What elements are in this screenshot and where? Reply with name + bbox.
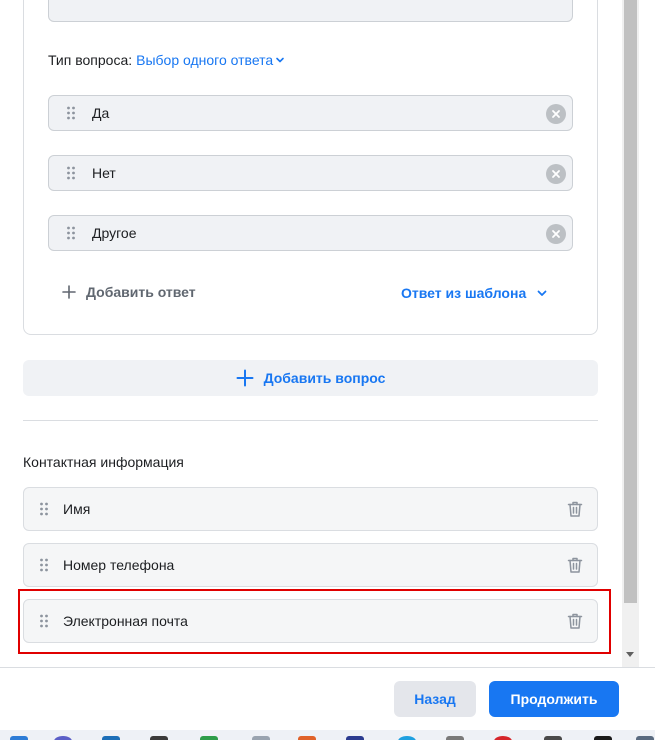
contact-field-phone[interactable]: Номер телефона	[23, 543, 598, 587]
taskbar-app-icon[interactable]	[594, 736, 612, 740]
contact-section-title: Контактная информация	[23, 454, 184, 470]
taskbar	[0, 730, 655, 740]
trash-icon[interactable]	[566, 556, 584, 574]
taskbar-app-icon[interactable]	[544, 736, 562, 740]
contact-field-label: Номер телефона	[63, 557, 175, 573]
chevron-down-icon	[537, 290, 547, 296]
contact-field-email[interactable]: Электронная почта	[23, 599, 598, 643]
drag-handle-icon[interactable]	[66, 166, 76, 180]
plus-icon	[62, 285, 76, 299]
clear-icon[interactable]	[546, 224, 566, 244]
answer-text: Да	[92, 105, 110, 121]
taskbar-app-icon[interactable]	[150, 736, 168, 740]
taskbar-app-icon[interactable]	[252, 736, 270, 740]
contact-field-name[interactable]: Имя	[23, 487, 598, 531]
taskbar-app-icon[interactable]	[298, 736, 316, 740]
plus-icon	[236, 369, 254, 387]
question-type-dropdown[interactable]: Выбор одного ответа	[136, 52, 285, 68]
taskbar-app-icon[interactable]	[446, 736, 464, 740]
answer-text: Нет	[92, 165, 116, 181]
question-type: Тип вопроса: Выбор одного ответа	[48, 52, 285, 68]
answer-option-1[interactable]: Да	[48, 95, 573, 131]
drag-handle-icon[interactable]	[39, 614, 49, 628]
scrollbar-thumb[interactable]	[624, 0, 637, 603]
answer-text: Другое	[92, 225, 137, 241]
clear-icon[interactable]	[546, 104, 566, 124]
drag-handle-icon[interactable]	[66, 106, 76, 120]
form-scroll-area: Тип вопроса: Выбор одного ответа Да Нет …	[0, 0, 622, 667]
drag-handle-icon[interactable]	[39, 502, 49, 516]
taskbar-app-icon[interactable]	[102, 736, 120, 740]
add-question-label: Добавить вопрос	[263, 370, 386, 386]
contact-field-label: Электронная почта	[63, 613, 188, 629]
clear-icon[interactable]	[546, 164, 566, 184]
add-answer-button[interactable]: Добавить ответ	[62, 284, 196, 300]
template-answer-label: Ответ из шаблона	[401, 285, 527, 301]
drag-handle-icon[interactable]	[66, 226, 76, 240]
question-type-label: Тип вопроса:	[48, 52, 133, 68]
template-answer-dropdown[interactable]: Ответ из шаблона	[401, 285, 548, 301]
taskbar-app-icon[interactable]	[54, 736, 72, 740]
trash-icon[interactable]	[566, 612, 584, 630]
taskbar-app-icon[interactable]	[398, 736, 416, 740]
answer-option-2[interactable]: Нет	[48, 155, 573, 191]
add-answer-label: Добавить ответ	[86, 284, 196, 300]
add-question-button[interactable]: Добавить вопрос	[23, 360, 598, 396]
taskbar-app-icon[interactable]	[494, 736, 512, 740]
trash-icon[interactable]	[566, 500, 584, 518]
dialog-footer: Назад Продолжить	[0, 667, 655, 730]
taskbar-app-icon[interactable]	[346, 736, 364, 740]
continue-button[interactable]: Продолжить	[489, 681, 619, 717]
taskbar-app-icon[interactable]	[200, 736, 218, 740]
drag-handle-icon[interactable]	[39, 558, 49, 572]
question-type-value: Выбор одного ответа	[136, 52, 274, 68]
section-divider	[23, 420, 598, 421]
question-text-input[interactable]	[48, 0, 573, 22]
taskbar-app-icon[interactable]	[10, 736, 28, 740]
scroll-down-arrow-icon[interactable]	[626, 652, 634, 657]
back-button[interactable]: Назад	[394, 681, 476, 717]
taskbar-app-icon[interactable]	[636, 736, 654, 740]
contact-field-label: Имя	[63, 501, 91, 517]
answer-option-3[interactable]: Другое	[48, 215, 573, 251]
chevron-down-icon	[276, 57, 284, 63]
scrollbar[interactable]	[622, 0, 639, 667]
